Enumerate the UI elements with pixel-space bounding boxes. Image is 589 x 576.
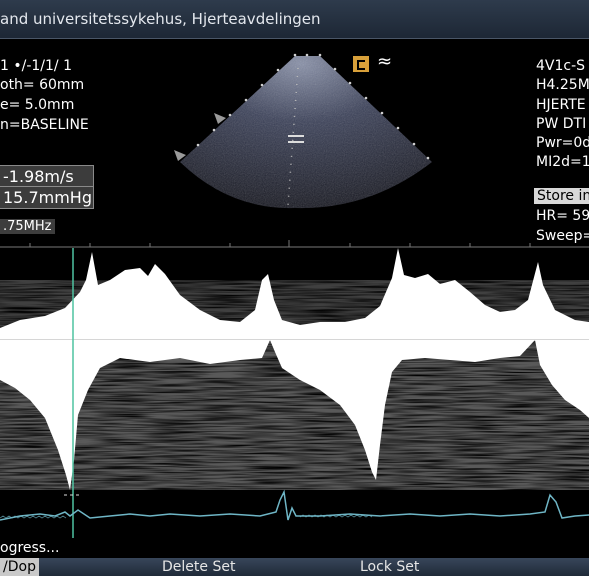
mode-name: PW DTI	[536, 116, 587, 132]
delete-set-button[interactable]: Delete Set	[162, 558, 235, 576]
velocity-measurement: -1.98m/s	[0, 165, 94, 188]
pressure-measurement: 15.7mmHg	[0, 186, 94, 209]
heart-rate: HR= 59	[536, 208, 589, 224]
angle-readout: 1 •/-1/1/ 1	[0, 58, 72, 74]
preset-name: HJERTE	[536, 97, 586, 113]
softkey-doppler[interactable]: /Dop	[0, 558, 39, 576]
echo-sector-image	[170, 50, 440, 215]
sample-volume-readout: e= 5.0mm	[0, 97, 75, 113]
depth-readout: oth= 60mm	[0, 77, 85, 93]
probe-name: 4V1c-S	[536, 58, 586, 74]
hospital-title: and universitetssykehus, Hjerteavdelinge…	[0, 10, 321, 28]
lock-set-button[interactable]: Lock Set	[360, 558, 419, 576]
frequency-chip: .75MHz	[0, 219, 55, 234]
doppler-spectrum	[0, 240, 589, 558]
power-readout: Pwr=0d	[536, 135, 589, 151]
mi-readout: MI2d=1.	[536, 154, 589, 170]
progress-status: ogress...	[0, 540, 60, 556]
probe-marker-icon	[352, 55, 370, 73]
freeze-live-icon: ≈	[377, 51, 393, 72]
softkey-bar	[0, 558, 589, 576]
store-in-button[interactable]: Store in	[534, 188, 589, 204]
probe-frequency: H4.25MI	[536, 77, 589, 93]
baseline-readout: n=BASELINE	[0, 117, 89, 133]
